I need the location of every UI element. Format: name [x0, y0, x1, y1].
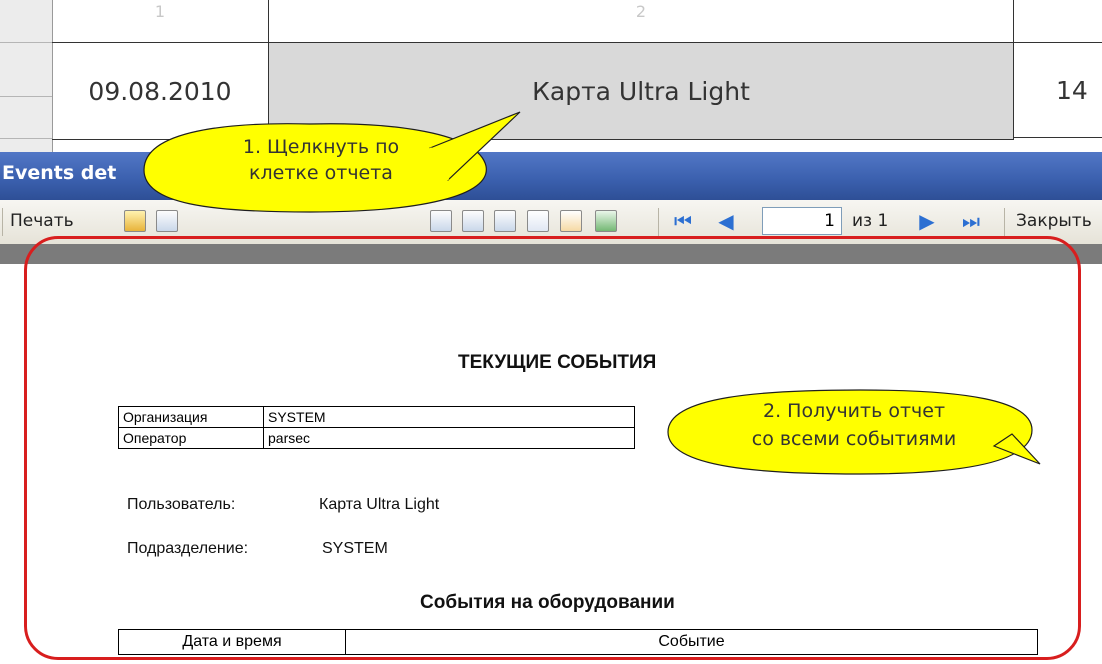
close-button[interactable]: Закрыть — [1016, 206, 1092, 236]
page-of-label: из 1 — [852, 211, 889, 231]
row-header-line — [0, 96, 52, 97]
callout-2-line-2: со всеми событиями — [751, 428, 957, 450]
callout-step-2: 2. Получить отчет со всеми событиями — [664, 384, 1044, 480]
pencil-icon[interactable] — [560, 210, 582, 232]
column-header-1: 1 — [52, 0, 269, 42]
last-page-icon[interactable]: ⏭ — [958, 206, 984, 236]
next-page-icon[interactable]: ▶ — [914, 206, 940, 236]
toolbar-separator — [658, 208, 659, 236]
callout-1-line-1: 1. Щелкнуть по — [242, 136, 400, 158]
print-button[interactable]: Печать — [10, 206, 74, 236]
row-header-line — [0, 42, 52, 43]
row-header-line — [0, 138, 52, 139]
column-header-2: 2 — [269, 0, 1014, 42]
page-number-input[interactable]: 1 — [762, 207, 842, 235]
toolbar-separator — [1004, 208, 1005, 236]
toolbar-separator — [2, 208, 3, 236]
callout-step-1: 1. Щелкнуть по клетке отчета — [130, 108, 530, 218]
export-icon[interactable] — [595, 210, 617, 232]
grid-cell-number[interactable]: 14 — [1014, 42, 1102, 138]
first-page-icon[interactable]: ⏮ — [670, 206, 696, 236]
window-title: Events det — [2, 162, 117, 184]
callout-2-line-1: 2. Получить отчет — [762, 400, 946, 422]
callout-1-line-2: клетке отчета — [249, 162, 393, 184]
wrench-icon[interactable] — [527, 210, 549, 232]
row-header-strip — [0, 0, 53, 152]
prev-page-icon[interactable]: ◀ — [713, 206, 739, 236]
